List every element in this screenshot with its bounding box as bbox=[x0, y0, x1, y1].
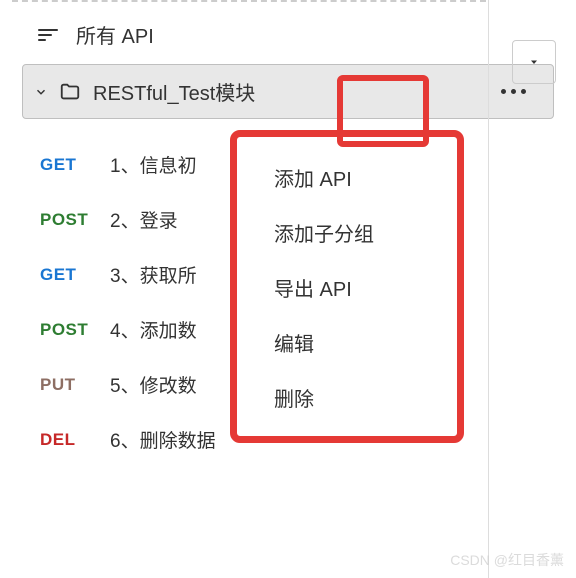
chevron-down-icon[interactable] bbox=[33, 84, 49, 100]
method-badge: PUT bbox=[40, 375, 110, 395]
api-label: 2、登录 bbox=[110, 206, 178, 233]
folder-name: RESTful_Test模块 bbox=[93, 77, 543, 106]
method-badge: GET bbox=[40, 155, 110, 175]
api-label: 4、添加数 bbox=[110, 316, 197, 343]
menu-item-edit[interactable]: 编辑 bbox=[250, 315, 446, 370]
context-menu: 添加 API 添加子分组 导出 API 编辑 删除 bbox=[250, 140, 446, 435]
api-label: 5、修改数 bbox=[110, 371, 197, 398]
watermark: CSDN @红目香薰 bbox=[450, 550, 564, 570]
method-badge: GET bbox=[40, 265, 110, 285]
method-badge: POST bbox=[40, 210, 110, 230]
api-label: 3、获取所 bbox=[110, 261, 197, 288]
api-label: 1、信息初 bbox=[110, 151, 197, 178]
right-panel bbox=[488, 0, 576, 578]
api-label: 6、删除数据 bbox=[110, 426, 216, 453]
folder-row[interactable]: RESTful_Test模块 bbox=[22, 64, 554, 119]
menu-item-add-api[interactable]: 添加 API bbox=[250, 150, 446, 205]
menu-item-export[interactable]: 导出 API bbox=[250, 260, 446, 315]
filter-icon[interactable] bbox=[38, 29, 58, 41]
folder-icon bbox=[59, 83, 81, 101]
method-badge: DEL bbox=[40, 430, 110, 450]
menu-item-delete[interactable]: 删除 bbox=[250, 370, 446, 425]
method-badge: POST bbox=[40, 320, 110, 340]
header-title: 所有 API bbox=[76, 20, 154, 49]
menu-item-add-subgroup[interactable]: 添加子分组 bbox=[250, 205, 446, 260]
dropdown-button[interactable] bbox=[512, 40, 556, 84]
